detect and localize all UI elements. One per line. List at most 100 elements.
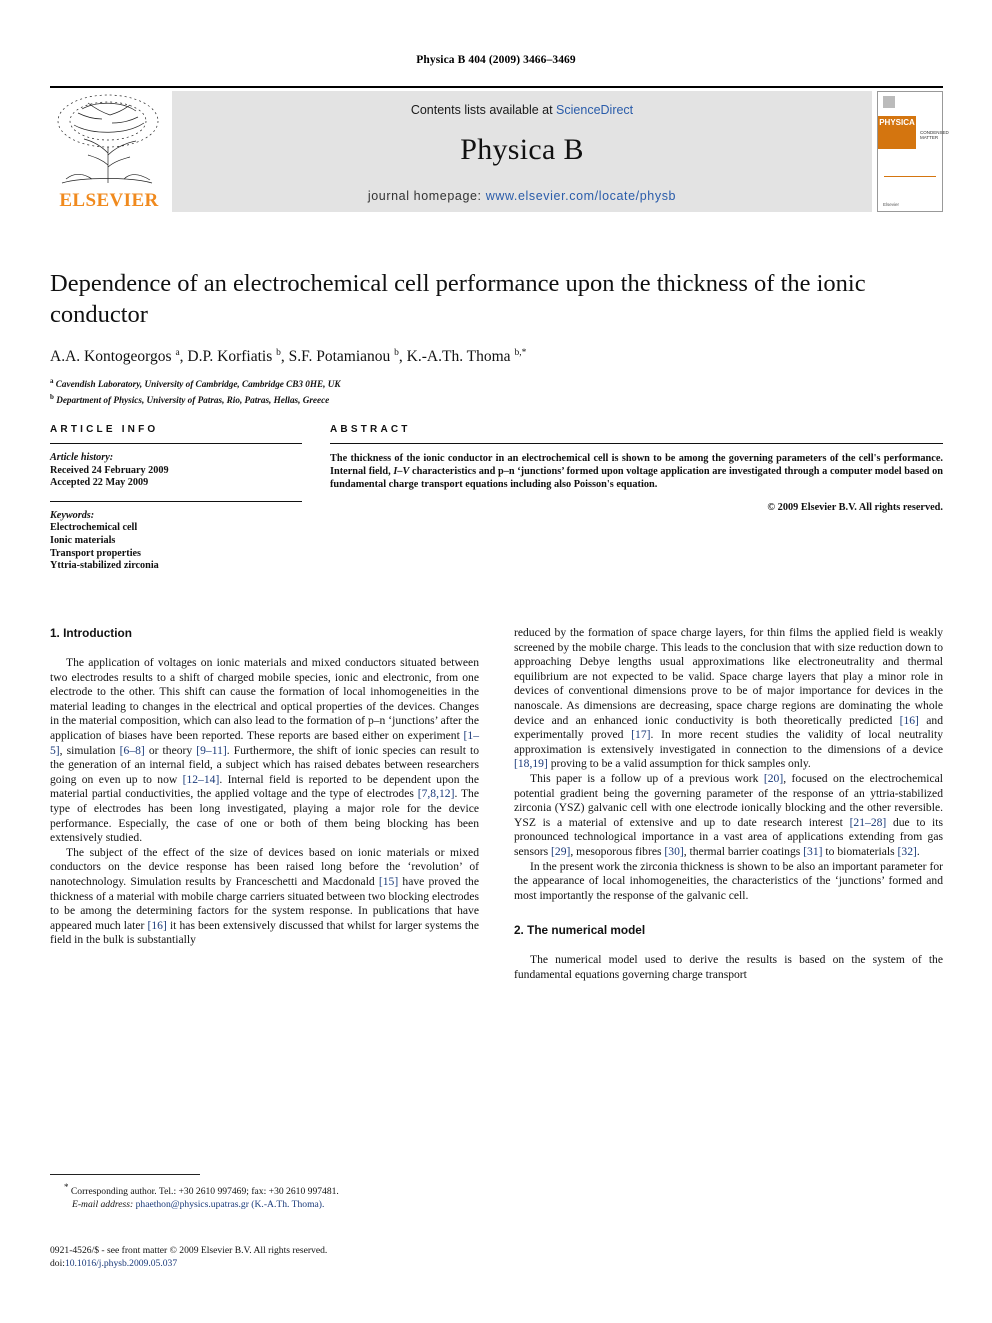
cover-rule-top: [884, 176, 936, 177]
abstract-text: The thickness of the ionic conductor in …: [330, 452, 943, 492]
cover-top-mark: [883, 96, 895, 108]
paragraph-intro-1: The application of voltages on ionic mat…: [50, 656, 479, 846]
p4-text-e: , thermal barrier coatings: [683, 844, 804, 858]
citation-ref[interactable]: [18,19]: [514, 757, 548, 770]
doi-link[interactable]: 10.1016/j.physb.2009.05.037: [65, 1258, 177, 1269]
authors-line: A.A. Kontogeorgos a, D.P. Korfiatis b, S…: [50, 348, 527, 366]
contents-available-line: Contents lists available at ScienceDirec…: [172, 103, 872, 117]
email-label: E-mail address:: [72, 1198, 134, 1210]
body-columns: 1. Introduction The application of volta…: [50, 626, 943, 982]
affiliation-a: a Cavendish Laboratory, University of Ca…: [50, 377, 341, 390]
keyword-item: Transport properties: [50, 547, 142, 559]
title-block: Dependence of an electrochemical cell pe…: [50, 268, 943, 406]
running-head: Physica B 404 (2009) 3466–3469: [416, 54, 576, 66]
paragraph-model-1: The numerical model used to derive the r…: [514, 953, 943, 981]
right-column: reduced by the formation of space charge…: [514, 626, 943, 982]
p4-text-d: , mesoporous fibres: [570, 844, 665, 858]
p4-text-g: .: [916, 844, 920, 858]
abstract-iv-term: I–V: [393, 466, 410, 478]
journal-title: Physica B: [460, 133, 584, 166]
contents-prefix: Contents lists available at: [410, 103, 557, 117]
journal-homepage-link[interactable]: www.elsevier.com/locate/physb: [486, 189, 676, 203]
keyword-item: Yttria-stabilized zirconia: [50, 560, 159, 572]
asterisk-icon: *: [64, 1182, 69, 1192]
p1-text-a: The application of voltages on ionic mat…: [50, 656, 479, 742]
citation-ref[interactable]: [29]: [551, 845, 570, 858]
p4-text-f: to biomaterials: [822, 844, 898, 858]
affiliation-a-text: Cavendish Laboratory, University of Camb…: [55, 379, 341, 390]
corresponding-author-footnote: * Corresponding author. Tel.: +30 2610 9…: [50, 1174, 479, 1211]
email-owner: (K.-A.Th. Thoma).: [251, 1198, 325, 1210]
imprint-block: 0921-4526/$ - see front matter © 2009 El…: [50, 1245, 479, 1270]
page-title: Dependence of an electrochemical cell pe…: [50, 270, 866, 328]
article-info-heading: ARTICLE INFO: [50, 424, 159, 435]
info-abstract-region: ARTICLE INFO Article history: Received 2…: [50, 424, 943, 573]
abstract-rule: [330, 443, 943, 444]
citation-ref[interactable]: [20]: [764, 772, 783, 785]
doi-line: doi:10.1016/j.physb.2009.05.037: [50, 1258, 479, 1271]
p1-text-c: or theory: [144, 743, 197, 757]
keywords-rule: [50, 500, 302, 502]
citation-ref[interactable]: [9–11]: [196, 744, 226, 757]
p3-text-a: reduced by the formation of space charge…: [514, 626, 943, 727]
section-heading-introduction: 1. Introduction: [50, 626, 132, 640]
doi-label: doi:: [50, 1257, 65, 1269]
p4-text-a: This paper is a follow up of a previous …: [530, 771, 764, 785]
article-received-date: Received 24 February 2009: [50, 464, 169, 476]
abstract-part-2: characteristics and p–n ‘junctions’ form…: [330, 466, 943, 491]
email-link[interactable]: phaethon@physics.upatras.gr: [136, 1199, 249, 1210]
citation-ref[interactable]: [6–8]: [120, 744, 145, 757]
keywords-group: Keywords: Electrochemical cell Ionic mat…: [50, 510, 302, 573]
citation-ref[interactable]: [32]: [898, 845, 917, 858]
article-info-column: ARTICLE INFO Article history: Received 2…: [50, 424, 302, 573]
journal-cover-thumbnail: PHYSICA CONDENSED MATTER Elsevier: [877, 91, 949, 212]
elsevier-tree-icon: [57, 94, 159, 184]
citation-ref[interactable]: [21–28]: [850, 816, 887, 829]
citation-ref[interactable]: [7,8,12]: [418, 787, 455, 800]
affiliation-list: a Cavendish Laboratory, University of Ca…: [50, 375, 943, 406]
journal-band: Contents lists available at ScienceDirec…: [172, 91, 872, 212]
elsevier-wordmark: ELSEVIER: [59, 190, 159, 211]
abstract-copyright: © 2009 Elsevier B.V. All rights reserved…: [767, 501, 943, 513]
affiliation-b: b Department of Physics, University of P…: [50, 392, 330, 405]
journal-masthead: ELSEVIER Contents lists available at Sci…: [50, 86, 949, 212]
cover-brand-badge: PHYSICA: [878, 116, 916, 149]
journal-homepage-line: journal homepage: www.elsevier.com/locat…: [172, 189, 872, 203]
left-column: 1. Introduction The application of volta…: [50, 626, 479, 982]
citation-ref[interactable]: [16]: [900, 714, 919, 727]
article-accepted-date: Accepted 22 May 2009: [50, 477, 149, 489]
sciencedirect-link[interactable]: ScienceDirect: [556, 103, 633, 117]
keyword-item: Ionic materials: [50, 534, 116, 546]
paragraph-intro-5: In the present work the zirconia thickne…: [514, 859, 943, 902]
issn-line: 0921-4526/$ - see front matter © 2009 El…: [50, 1245, 328, 1256]
keyword-item: Electrochemical cell: [50, 522, 138, 534]
article-history-label: Article history:: [50, 452, 114, 463]
abstract-heading: ABSTRACT: [330, 424, 411, 435]
affiliation-b-text: Department of Physics, University of Pat…: [56, 394, 330, 405]
journal-article-page: Physica B 404 (2009) 3466–3469 ELSEVIER …: [0, 0, 992, 1323]
citation-ref[interactable]: [12–14]: [183, 773, 220, 786]
paragraph-intro-4: This paper is a follow up of a previous …: [514, 772, 943, 860]
author-list: A.A. Kontogeorgos a, D.P. Korfiatis b, S…: [50, 348, 943, 366]
cover-footer-text: Elsevier: [883, 202, 900, 207]
paragraph-intro-2: The subject of the effect of the size of…: [50, 846, 479, 948]
footnote-rule: [50, 1174, 200, 1175]
cover-subtitle: CONDENSED MATTER: [920, 130, 949, 140]
article-info-rule: [50, 443, 302, 444]
homepage-prefix: journal homepage:: [367, 189, 486, 203]
corresponding-author-text: Corresponding author. Tel.: +30 2610 997…: [70, 1186, 339, 1198]
citation-ref[interactable]: [30]: [664, 845, 683, 858]
citation-ref[interactable]: [16]: [148, 919, 167, 932]
citation-ref[interactable]: [31]: [803, 845, 822, 858]
p3-text-d: proving to be a valid assumption for thi…: [547, 757, 811, 771]
article-history-group: Article history: Received 24 February 20…: [50, 452, 302, 490]
footnote-text: * Corresponding author. Tel.: +30 2610 9…: [50, 1181, 479, 1211]
citation-ref[interactable]: [17]: [631, 728, 650, 741]
elsevier-logo: ELSEVIER: [50, 91, 168, 212]
body-column-gap: [479, 626, 514, 982]
paragraph-intro-3: reduced by the formation of space charge…: [514, 626, 943, 772]
citation-ref[interactable]: [15]: [379, 875, 398, 888]
p1-text-b: , simulation: [59, 743, 120, 757]
abstract-column: ABSTRACT The thickness of the ionic cond…: [330, 424, 943, 573]
